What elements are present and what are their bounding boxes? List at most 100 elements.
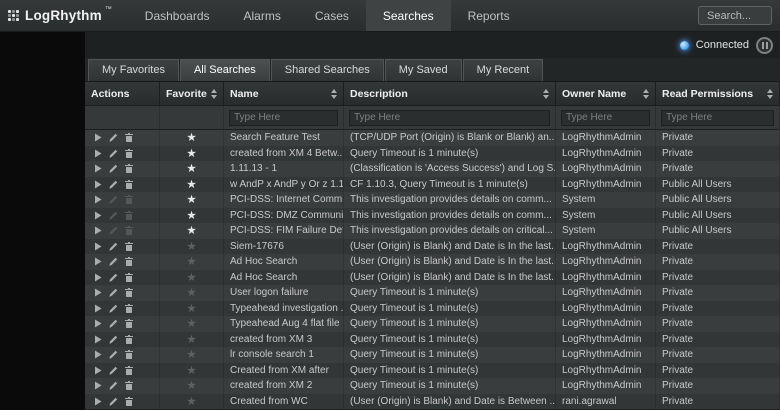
- tab-all-searches[interactable]: All Searches: [180, 59, 270, 81]
- favorite-star-icon[interactable]: ★: [186, 225, 196, 237]
- favorite-star-icon[interactable]: ★: [186, 303, 196, 315]
- favorite-star-icon[interactable]: ★: [186, 132, 196, 144]
- table-row[interactable]: ★PCI-DSS: FIM Failure DetailThis investi…: [85, 223, 780, 239]
- run-search-icon[interactable]: [94, 366, 102, 375]
- table-row[interactable]: ★lr console search 1Query Timeout is 1 m…: [85, 347, 780, 363]
- run-search-icon[interactable]: [94, 195, 102, 204]
- sort-icon[interactable]: [331, 89, 337, 99]
- run-search-icon[interactable]: [94, 350, 102, 359]
- run-search-icon[interactable]: [94, 180, 102, 189]
- favorite-star-icon[interactable]: ★: [186, 194, 196, 206]
- delete-search-icon[interactable]: [125, 288, 133, 297]
- tab-shared-searches[interactable]: Shared Searches: [271, 59, 384, 81]
- delete-search-icon[interactable]: [125, 257, 133, 266]
- delete-search-icon[interactable]: [125, 164, 133, 173]
- run-search-icon[interactable]: [94, 288, 102, 297]
- edit-search-icon[interactable]: [109, 288, 118, 297]
- edit-search-icon[interactable]: [109, 350, 118, 359]
- delete-search-icon[interactable]: [125, 180, 133, 189]
- tab-my-recent[interactable]: My Recent: [463, 59, 544, 81]
- logrhythm-logo[interactable]: LogRhythm ™: [0, 0, 128, 31]
- table-row[interactable]: ★PCI-DSS: DMZ Communic...This investigat…: [85, 208, 780, 224]
- run-search-icon[interactable]: [94, 164, 102, 173]
- nav-item-searches[interactable]: Searches: [366, 0, 451, 31]
- edit-search-icon[interactable]: [109, 397, 118, 406]
- column-header-description[interactable]: Description: [344, 82, 556, 106]
- run-search-icon[interactable]: [94, 335, 102, 344]
- filter-input-description[interactable]: [349, 110, 550, 126]
- filter-input-owner-name[interactable]: [561, 110, 650, 126]
- run-search-icon[interactable]: [94, 226, 102, 235]
- table-row[interactable]: ★1.11.13 - 1(Classification is 'Access S…: [85, 161, 780, 177]
- nav-item-reports[interactable]: Reports: [451, 0, 527, 31]
- column-header-favorite[interactable]: Favorite: [160, 82, 224, 106]
- tab-my-saved[interactable]: My Saved: [385, 59, 462, 81]
- run-search-icon[interactable]: [94, 381, 102, 390]
- table-row[interactable]: ★Search Feature Test(TCP/UDP Port (Origi…: [85, 130, 780, 146]
- edit-search-icon[interactable]: [109, 149, 118, 158]
- sort-icon[interactable]: [643, 89, 649, 99]
- table-row[interactable]: ★PCI-DSS: Internet Comm...This investiga…: [85, 192, 780, 208]
- nav-item-dashboards[interactable]: Dashboards: [128, 0, 227, 31]
- delete-search-icon[interactable]: [125, 319, 133, 328]
- sort-icon[interactable]: [543, 89, 549, 99]
- favorite-star-icon[interactable]: ★: [186, 349, 196, 361]
- favorite-star-icon[interactable]: ★: [186, 318, 196, 330]
- table-row[interactable]: ★Ad Hoc Search(User (Origin) is Blank) a…: [85, 254, 780, 270]
- column-header-owner-name[interactable]: Owner Name: [556, 82, 656, 106]
- edit-search-icon[interactable]: [109, 133, 118, 142]
- delete-search-icon[interactable]: [125, 366, 133, 375]
- table-row[interactable]: ★Created from WC(User (Origin) is Blank)…: [85, 394, 780, 410]
- edit-search-icon[interactable]: [109, 335, 118, 344]
- delete-search-icon[interactable]: [125, 381, 133, 390]
- edit-search-icon[interactable]: [109, 273, 118, 282]
- column-header-actions[interactable]: Actions: [85, 82, 160, 106]
- run-search-icon[interactable]: [94, 149, 102, 158]
- favorite-star-icon[interactable]: ★: [186, 380, 196, 392]
- favorite-star-icon[interactable]: ★: [186, 334, 196, 346]
- run-search-icon[interactable]: [94, 257, 102, 266]
- delete-search-icon[interactable]: [125, 335, 133, 344]
- edit-search-icon[interactable]: [109, 319, 118, 328]
- table-row[interactable]: ★Siem-17676(User (Origin) is Blank) and …: [85, 239, 780, 255]
- edit-search-icon[interactable]: [109, 242, 118, 251]
- sort-icon[interactable]: [767, 89, 773, 99]
- delete-search-icon[interactable]: [125, 133, 133, 142]
- favorite-star-icon[interactable]: ★: [186, 179, 196, 191]
- table-row[interactable]: ★User logon failureQuery Timeout is 1 mi…: [85, 285, 780, 301]
- run-search-icon[interactable]: [94, 397, 102, 406]
- delete-search-icon[interactable]: [125, 273, 133, 282]
- delete-search-icon[interactable]: [125, 397, 133, 406]
- table-row[interactable]: ★Ad Hoc Search(User (Origin) is Blank) a…: [85, 270, 780, 286]
- filter-input-name[interactable]: [229, 110, 338, 126]
- column-header-name[interactable]: Name: [224, 82, 344, 106]
- table-row[interactable]: ★Typeahead Aug 4 flat fileQuery Timeout …: [85, 316, 780, 332]
- run-search-icon[interactable]: [94, 304, 102, 313]
- delete-search-icon[interactable]: [125, 350, 133, 359]
- favorite-star-icon[interactable]: ★: [186, 272, 196, 284]
- nav-item-alarms[interactable]: Alarms: [227, 0, 298, 31]
- edit-search-icon[interactable]: [109, 366, 118, 375]
- run-search-icon[interactable]: [94, 242, 102, 251]
- favorite-star-icon[interactable]: ★: [186, 148, 196, 160]
- edit-search-icon[interactable]: [109, 180, 118, 189]
- delete-search-icon[interactable]: [125, 149, 133, 158]
- table-row[interactable]: ★created from XM 2Query Timeout is 1 min…: [85, 378, 780, 394]
- run-search-icon[interactable]: [94, 133, 102, 142]
- table-row[interactable]: ★Typeahead investigation ...Query Timeou…: [85, 301, 780, 317]
- edit-search-icon[interactable]: [109, 257, 118, 266]
- table-row[interactable]: ★created from XM 4 Betw...Query Timeout …: [85, 146, 780, 162]
- filter-input-read-permissions[interactable]: [661, 110, 774, 126]
- favorite-star-icon[interactable]: ★: [186, 396, 196, 408]
- tab-my-favorites[interactable]: My Favorites: [88, 59, 179, 81]
- favorite-star-icon[interactable]: ★: [186, 210, 196, 222]
- run-search-icon[interactable]: [94, 211, 102, 220]
- run-search-icon[interactable]: [94, 319, 102, 328]
- global-search-button[interactable]: Search...: [698, 6, 772, 25]
- edit-search-icon[interactable]: [109, 304, 118, 313]
- pause-updates-button[interactable]: [756, 37, 773, 54]
- table-row[interactable]: ★w AndP x AndP y Or z 1.1...CF 1.10.3, Q…: [85, 177, 780, 193]
- nav-item-cases[interactable]: Cases: [298, 0, 366, 31]
- column-header-read-permissions[interactable]: Read Permissions: [656, 82, 780, 106]
- sort-icon[interactable]: [211, 89, 217, 99]
